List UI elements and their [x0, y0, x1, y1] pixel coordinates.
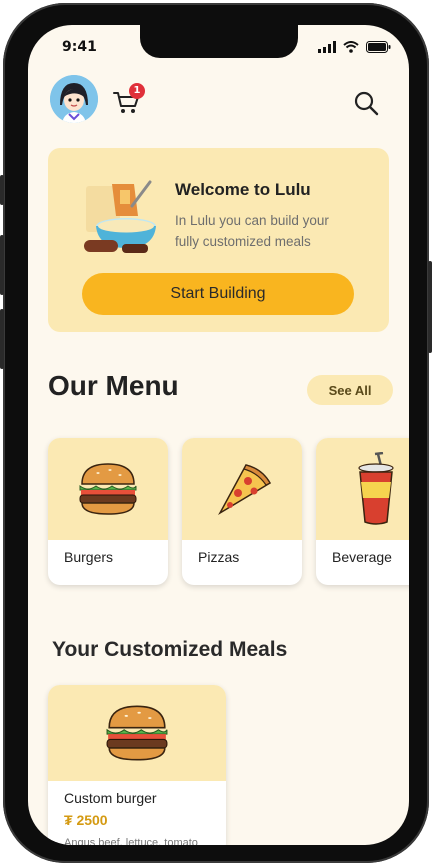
search-icon[interactable]	[353, 90, 379, 116]
menu-card-burgers[interactable]: Burgers	[48, 438, 168, 585]
menu-card-image	[316, 438, 409, 540]
power-button	[428, 261, 432, 353]
baking-bowl-icon	[84, 180, 156, 253]
welcome-subtitle: In Lulu you can build your fully customi…	[175, 213, 329, 249]
user-avatar[interactable]	[50, 75, 98, 123]
see-all-button[interactable]: See All	[307, 375, 393, 405]
meal-name: Custom burger	[64, 790, 157, 806]
volume-down-button	[0, 309, 4, 369]
meal-description: Angus beef, lettuce, tomato	[64, 837, 198, 845]
phone-frame: 9:41 1 Welcome to Lulu In Lulu you can b…	[0, 3, 432, 863]
burger-icon	[106, 705, 168, 761]
welcome-card: Welcome to Lulu In Lulu you can build yo…	[48, 148, 389, 332]
notch	[140, 25, 298, 58]
silent-switch	[0, 175, 4, 205]
volume-up-button	[0, 235, 4, 295]
status-icons	[318, 41, 391, 53]
start-building-button[interactable]: Start Building	[82, 273, 354, 315]
meal-card-image	[48, 685, 226, 781]
menu-card-label: Beverage	[332, 549, 392, 565]
soda-cup-icon	[358, 452, 394, 525]
menu-card-label: Burgers	[64, 549, 114, 565]
wifi-icon	[343, 41, 359, 53]
menu-card-image	[48, 438, 168, 540]
status-time: 9:41	[62, 39, 97, 55]
welcome-title: Welcome to Lulu	[175, 180, 311, 199]
pizza-slice-icon	[218, 464, 272, 516]
avatar-illustration	[50, 75, 98, 123]
menu-card-pizzas[interactable]: Pizzas	[182, 438, 302, 585]
menu-card-label: Pizzas	[198, 549, 240, 565]
signal-icon	[318, 41, 336, 53]
meal-card-custom-burger[interactable]: Custom burger ₮ 2500 Angus beef, lettuce…	[48, 685, 226, 845]
menu-card-image	[182, 438, 302, 540]
burger-icon	[79, 463, 137, 515]
menu-section-title: Our Menu	[48, 370, 179, 401]
app-screen: 9:41 1 Welcome to Lulu In Lulu you can b…	[28, 25, 409, 845]
customized-meals-title: Your Customized Meals	[52, 638, 288, 661]
menu-card-beverage[interactable]: Beverage	[316, 438, 409, 585]
cart-badge: 1	[129, 83, 145, 99]
battery-icon	[366, 41, 391, 53]
meal-price: ₮ 2500	[64, 812, 108, 828]
